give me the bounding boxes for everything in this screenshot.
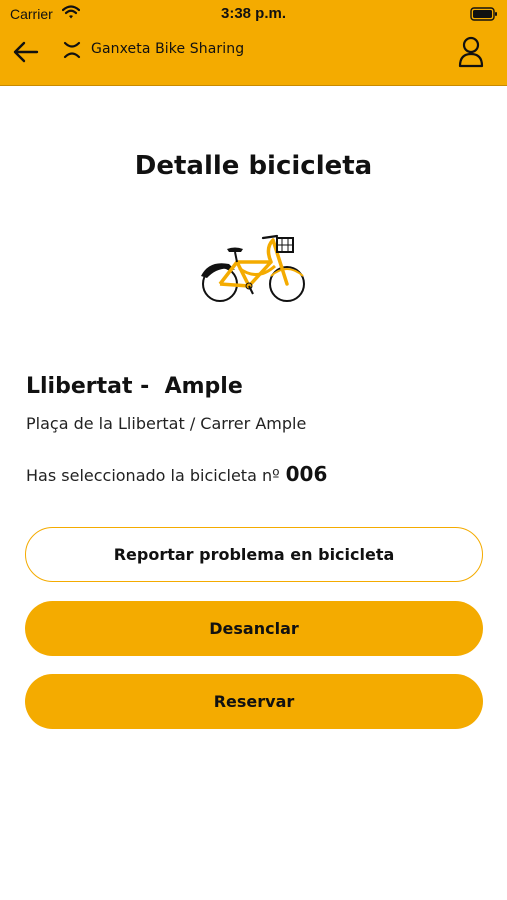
report-problem-label: Reportar problema en bicicleta (113, 545, 395, 564)
station-address: Plaça de la Llibertat / Carrer Ample (26, 414, 307, 433)
user-profile-icon (458, 36, 484, 68)
unlock-button[interactable]: Desanclar (25, 601, 483, 656)
bike-number: 006 (285, 462, 328, 486)
selected-bike-label: Has seleccionado la bicicleta nº (26, 466, 280, 485)
reserve-button[interactable]: Reservar (25, 674, 483, 729)
back-button[interactable] (10, 36, 42, 68)
report-problem-button[interactable]: Reportar problema en bicicleta (25, 527, 483, 582)
ganxeta-logo-icon (62, 40, 82, 60)
bicycle-icon (197, 232, 309, 304)
arrow-left-icon (13, 41, 39, 63)
selected-bike-row: Has seleccionado la bicicleta nº 006 (26, 462, 327, 486)
station-name: Llibertat - Ample (26, 374, 243, 399)
profile-button[interactable] (455, 35, 487, 69)
app-title: Ganxeta Bike Sharing (91, 41, 245, 57)
nav-bar: Ganxeta Bike Sharing (0, 30, 507, 80)
battery-icon (470, 7, 498, 25)
page-title: Detalle bicicleta (134, 151, 373, 181)
reserve-label: Reservar (213, 692, 295, 711)
status-bar: Carrier 3:38 p.m. (0, 0, 507, 28)
app-header: Carrier 3:38 p.m. Ganxeta Bike Sharing (0, 0, 507, 86)
clock-time: 3:38 p.m. (220, 5, 287, 22)
unlock-label: Desanclar (209, 619, 299, 638)
